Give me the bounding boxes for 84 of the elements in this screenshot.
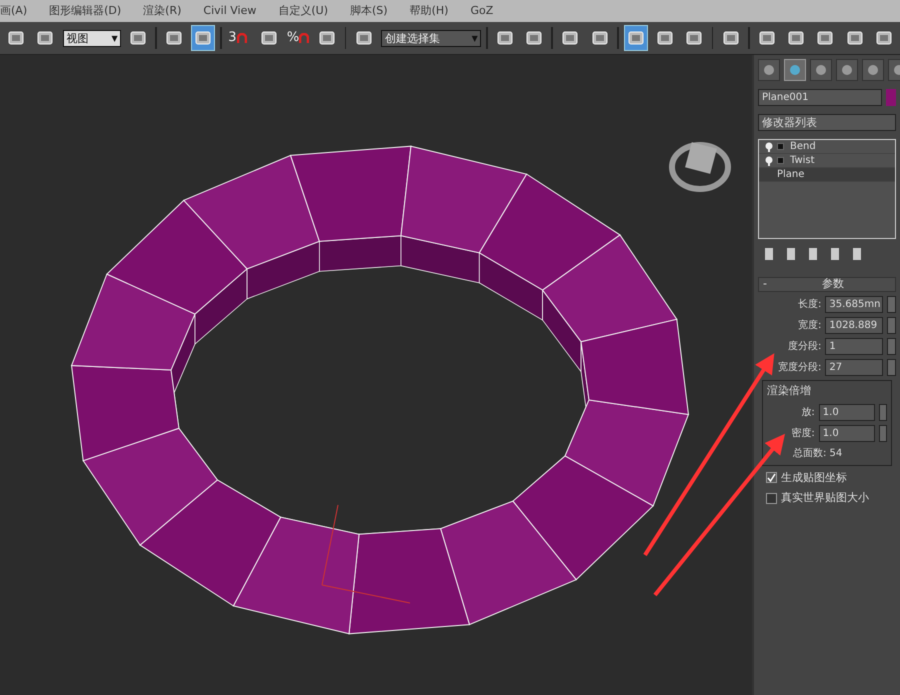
spinner-field[interactable]: 27 [825, 359, 884, 376]
field-label: 宽度: [798, 320, 822, 331]
toolbar-icon [816, 29, 834, 47]
panel-tab[interactable] [862, 59, 884, 81]
menu-item[interactable]: GoZ [470, 0, 494, 22]
caret-icon: ▼ [472, 30, 478, 46]
stack-tool-icon[interactable] [784, 247, 798, 261]
field-label: 放: [801, 406, 815, 418]
stack-item[interactable]: Plane [759, 168, 895, 182]
toolbar-icon [260, 29, 278, 47]
spinner-arrows[interactable] [878, 424, 887, 442]
name-field[interactable]: Plane001 [758, 89, 882, 106]
magnet-icon [299, 33, 310, 43]
stack-tool-icon[interactable] [828, 247, 842, 261]
dropdown[interactable]: 视图 ▼ [62, 30, 121, 46]
axis-gizmo-icon [322, 504, 410, 604]
rollout-header[interactable]: - 参数 [758, 277, 896, 292]
field-label: 宽度分段: [778, 362, 822, 373]
field-label: 度分段: [788, 341, 822, 352]
stack-tool-icon[interactable] [806, 247, 820, 261]
modifier-list-dropdown[interactable]: 修改器列表 [758, 114, 896, 131]
magnet-icon [236, 33, 247, 43]
toolbar-icon [164, 29, 183, 47]
menu-item[interactable]: 脚本(S) [350, 0, 388, 22]
panel-tab[interactable] [810, 59, 832, 81]
toolbar-icon [7, 29, 26, 47]
checkbox[interactable] [766, 472, 777, 484]
toolbar-icon [626, 29, 645, 47]
collapse-toggle[interactable]: - [759, 276, 771, 293]
toolbar-icon [656, 29, 674, 47]
toolbar-icon [874, 29, 893, 47]
bulb-icon[interactable] [765, 142, 773, 152]
menu-item[interactable]: 帮助(H) [410, 0, 448, 22]
dropdown[interactable]: 创建选择集 ▼ [380, 30, 481, 46]
toolbar-icon [496, 29, 514, 47]
toolbar-icon [787, 29, 806, 47]
rollout-title: 参数 [820, 276, 845, 292]
checkbox-label: 生成贴图坐标 [781, 470, 847, 486]
toolbar-icon [758, 29, 776, 47]
spinner-field[interactable]: 1 [825, 338, 884, 355]
menu-item[interactable]: Civil View [203, 0, 256, 22]
toolbar-icon [318, 29, 336, 47]
menu-item[interactable]: 渲染(R) [143, 0, 182, 22]
toolbar-icon [846, 29, 864, 47]
spinner-field[interactable]: 1.0 [818, 404, 875, 420]
menu-item[interactable]: 自定义(U) [278, 0, 328, 22]
face-count: 总面数: 54 [792, 446, 844, 460]
spinner-arrows[interactable] [887, 296, 896, 313]
panel-tab[interactable] [758, 59, 780, 81]
toolbar-icon [561, 29, 580, 47]
stack-tool-icon[interactable] [762, 247, 776, 261]
spinner-arrows[interactable] [878, 404, 887, 420]
spinner-arrows[interactable] [887, 317, 896, 334]
stack-item[interactable]: Bend [759, 140, 895, 154]
menu-item[interactable]: 图形编辑器(D) [49, 0, 122, 22]
spinner-arrows[interactable] [887, 359, 896, 376]
toolbar-icon [685, 29, 704, 47]
group-title: 渲染倍增 [767, 383, 812, 399]
toolbar-icon [128, 29, 147, 47]
checkbox-label: 真实世界贴图大小 [781, 490, 869, 506]
menu-item[interactable]: 画(A) [0, 0, 28, 22]
toolbar-icon [194, 29, 212, 47]
toolbar-icon [590, 29, 609, 47]
toolbar-icon [722, 29, 740, 47]
toolbar-button[interactable] [624, 25, 648, 51]
stack-tool-icon[interactable] [850, 247, 864, 261]
spinner-field[interactable]: 1.0 [818, 424, 875, 442]
toolbar-button[interactable] [191, 25, 216, 51]
panel-tab[interactable] [836, 59, 858, 81]
caret-icon: ▼ [111, 30, 118, 46]
checkbox[interactable] [766, 492, 777, 504]
viewcube-drawing [669, 142, 731, 192]
field-label: 密度: [791, 428, 815, 438]
toolbar-icon [354, 29, 373, 47]
spinner-arrows[interactable] [887, 338, 896, 355]
toolbar-icon [525, 29, 544, 47]
snap-button[interactable]: 3 [227, 25, 252, 51]
spinner-field[interactable]: 35.685mn [825, 296, 884, 313]
spinner-field[interactable]: 1028.889 [825, 317, 884, 334]
bulb-icon[interactable] [765, 156, 773, 166]
snap-button[interactable]: % [286, 25, 310, 51]
color-swatch[interactable] [886, 89, 896, 106]
toolbar-icon [36, 29, 54, 47]
field-label: 长度: [798, 299, 822, 310]
